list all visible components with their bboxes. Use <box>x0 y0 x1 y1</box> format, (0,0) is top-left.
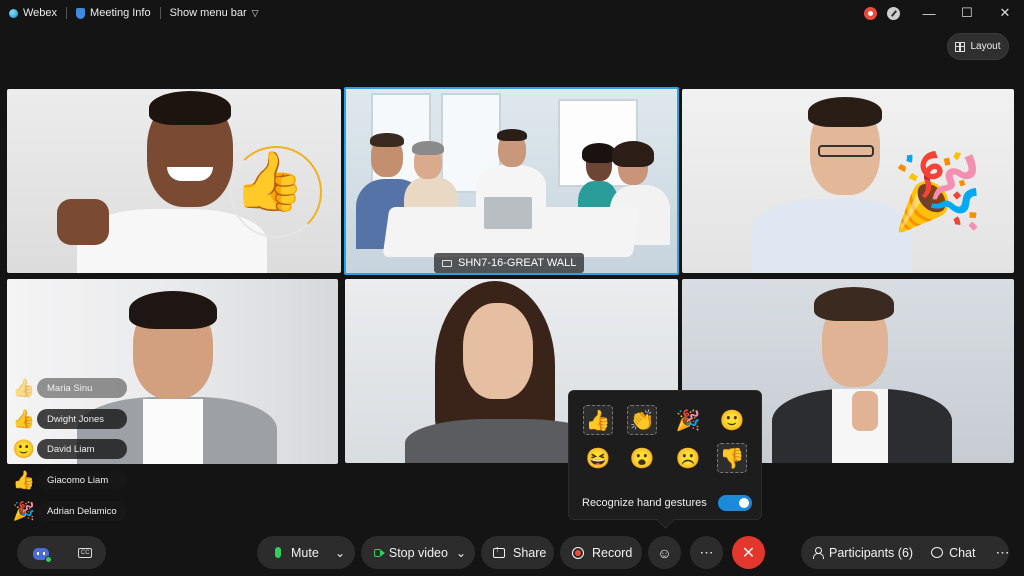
chevron-down-icon: ▽ <box>251 7 259 18</box>
shield-icon <box>76 7 86 19</box>
more-options-button[interactable]: ⋯ <box>690 536 723 569</box>
video-tile-active[interactable]: SHN7-16-GREAT WALL <box>344 87 679 275</box>
participants-button[interactable]: Participants (6) <box>801 546 913 560</box>
reaction-list-item: 👍 Giacomo Liam <box>11 470 127 490</box>
participant-name: Giacomo Liam <box>37 470 127 490</box>
reaction-list-item: 🎉 Adrian Delamico <box>11 501 127 521</box>
reactions-popup: 👍 👏 🎉 🙂 😆 😮 ☹️ 👎 Recognize hand gestures <box>568 390 762 520</box>
hand-gestures-setting: Recognize hand gestures <box>582 495 752 511</box>
right-controls-group: Participants (6) Chat ⋯ <box>801 536 1009 569</box>
reaction-emoji: 👍 <box>12 470 36 490</box>
closed-captions-icon[interactable]: CC <box>78 547 93 558</box>
party-reaction-button[interactable]: 🎉 <box>673 405 703 435</box>
grid-icon <box>955 41 966 52</box>
recording-status-icon[interactable] <box>864 6 877 20</box>
mute-label: Mute <box>291 545 319 560</box>
reaction-emoji: 👍 <box>12 378 36 398</box>
video-tile[interactable] <box>7 279 338 464</box>
layout-button[interactable]: Layout <box>947 33 1009 60</box>
close-window-button[interactable]: ✕ <box>986 0 1024 26</box>
webex-logo-icon <box>9 8 18 18</box>
surprise-reaction-button[interactable]: 😮 <box>627 443 657 473</box>
meeting-info-label: Meeting Info <box>90 7 151 19</box>
participant-name: Dwight Jones <box>37 409 127 429</box>
meeting-info-button[interactable]: Meeting Info <box>67 0 160 26</box>
stop-video-label: Stop video <box>388 545 448 560</box>
webex-assistant-icon[interactable] <box>31 544 52 563</box>
maximize-button[interactable]: ☐ <box>948 0 986 26</box>
laptop <box>484 197 532 229</box>
reaction-list-item: 👍 Maria Sinu <box>11 378 127 398</box>
thumbs-up-reaction-button[interactable]: 👍 <box>583 405 613 435</box>
mute-button[interactable]: Mute ⌄ <box>257 536 355 569</box>
participant-name: Adrian Delamico <box>37 501 127 521</box>
laugh-reaction-button[interactable]: 😆 <box>583 443 613 473</box>
record-icon <box>572 546 584 559</box>
microphone-icon <box>275 547 281 558</box>
connection-status-icon[interactable] <box>887 6 900 20</box>
meeting-controls: CC Mute ⌄ Stop video ⌄ Share Record ☺ ⋯ … <box>0 532 1024 572</box>
share-button[interactable]: Share <box>481 536 554 569</box>
reaction-list-item: 👍 Dwight Jones <box>11 409 127 429</box>
app-name: Webex <box>23 7 58 19</box>
layout-label: Layout <box>970 41 1001 52</box>
stop-video-button[interactable]: Stop video ⌄ <box>361 536 475 569</box>
chat-button[interactable]: Chat <box>922 546 975 560</box>
assistant-captions-group: CC <box>17 536 106 569</box>
chevron-down-icon[interactable]: ⌄ <box>456 546 466 560</box>
video-tile[interactable]: 👍 <box>7 89 341 273</box>
record-label: Record <box>592 545 633 560</box>
sad-reaction-button[interactable]: ☹️ <box>673 443 703 473</box>
show-menu-bar-label: Show menu bar <box>169 7 247 19</box>
reaction-list-item: 🙂 David Liam <box>11 439 127 459</box>
chat-icon <box>931 547 944 558</box>
participant-name: David Liam <box>37 439 127 459</box>
room-device-icon <box>442 259 452 267</box>
leave-meeting-button[interactable]: ✕ <box>732 536 765 569</box>
participant-name: Maria Sinu <box>37 378 127 398</box>
hand-gestures-toggle[interactable] <box>718 495 752 511</box>
share-label: Share <box>513 545 547 560</box>
smile-reaction-button[interactable]: 🙂 <box>717 405 747 435</box>
reactions-button[interactable]: ☺ <box>648 536 681 569</box>
room-name: SHN7-16-GREAT WALL <box>458 257 577 269</box>
overflow-menu-button[interactable]: ⋯ <box>995 544 1009 561</box>
clap-reaction-button[interactable]: 👏 <box>627 405 657 435</box>
participants-icon <box>812 547 824 559</box>
camera-icon <box>374 548 385 557</box>
record-button[interactable]: Record <box>560 536 642 569</box>
party-popper-reaction: 🎉 <box>891 150 984 233</box>
show-menu-bar-button[interactable]: Show menu bar ▽ <box>161 0 268 26</box>
reaction-emoji: 🎉 <box>12 501 36 521</box>
app-title: Webex <box>0 0 66 26</box>
share-icon <box>493 544 505 558</box>
minimize-button[interactable]: — <box>910 0 948 26</box>
reaction-emoji: 🙂 <box>12 439 36 459</box>
thumbs-up-reaction: 👍 <box>233 149 306 214</box>
video-tile[interactable]: 🎉 <box>682 89 1014 273</box>
reaction-emoji: 👍 <box>12 409 36 429</box>
hand-gestures-label: Recognize hand gestures <box>582 497 707 509</box>
participants-label: Participants (6) <box>829 545 914 560</box>
chat-label: Chat <box>949 545 976 560</box>
room-name-label: SHN7-16-GREAT WALL <box>434 253 585 273</box>
thumbs-down-reaction-button[interactable]: 👎 <box>717 443 747 473</box>
window-controls: — ☐ ✕ <box>864 0 1024 26</box>
title-bar: Webex Meeting Info Show menu bar ▽ — ☐ ✕ <box>0 0 1024 26</box>
chevron-down-icon[interactable]: ⌄ <box>335 546 345 560</box>
